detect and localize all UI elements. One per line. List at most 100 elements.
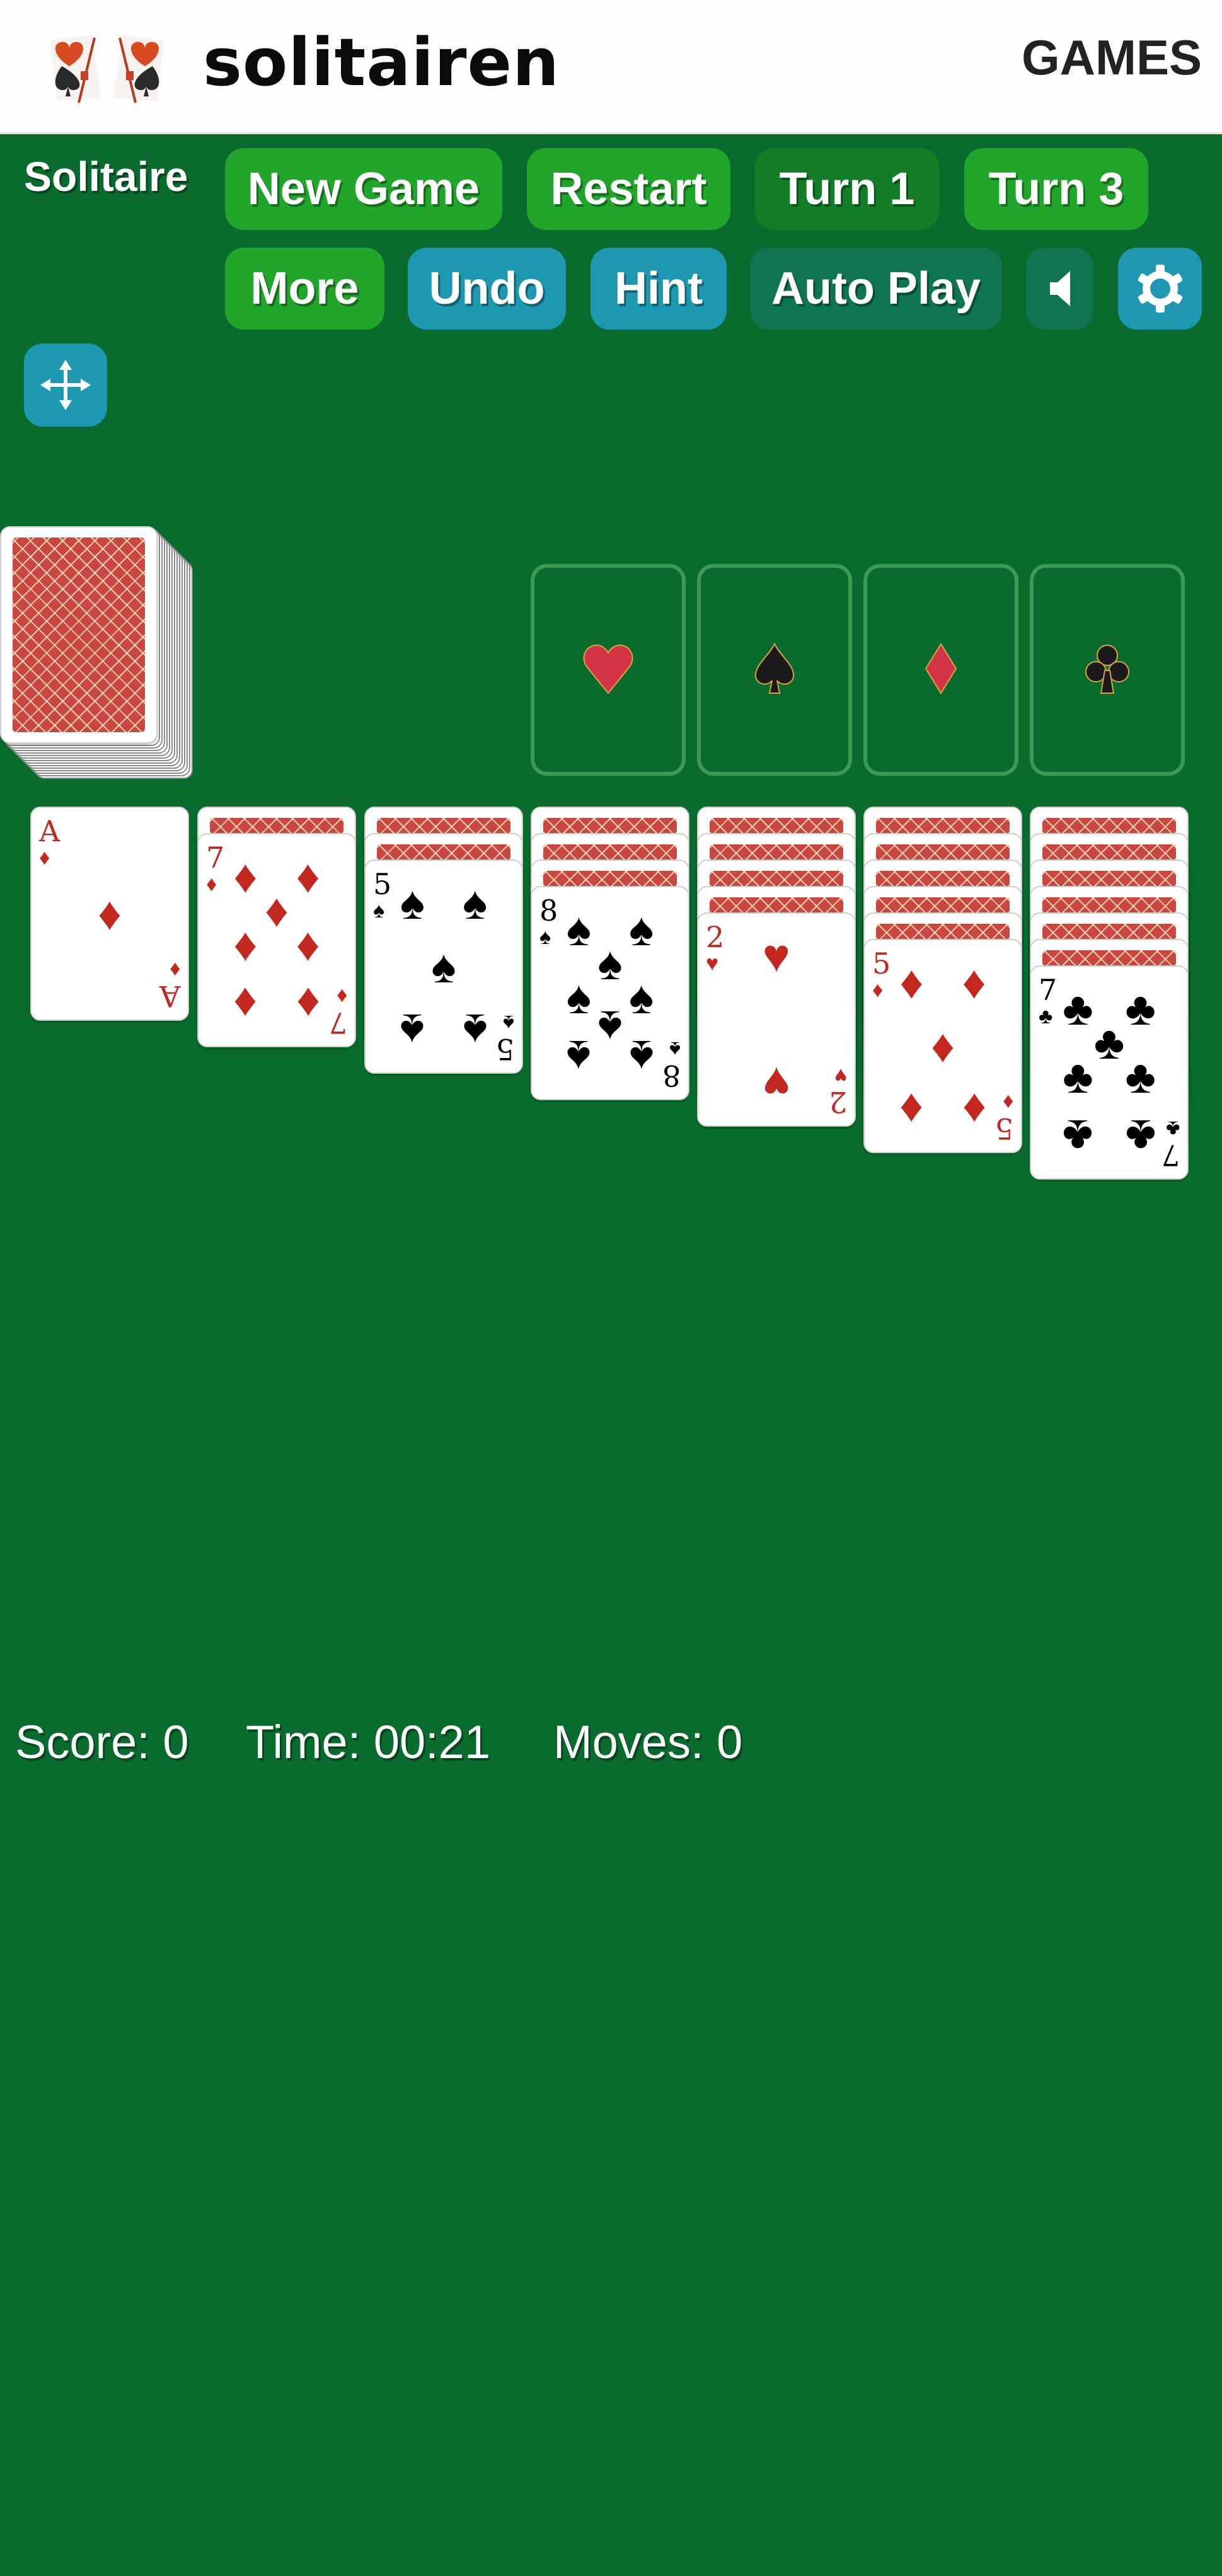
card-suit-icon: ♥ xyxy=(706,952,719,975)
card-rank: 7 xyxy=(206,841,225,875)
sound-toggle-button[interactable] xyxy=(1026,248,1093,330)
auto-play-button[interactable]: Auto Play xyxy=(750,248,1002,330)
card-rank: 7 xyxy=(1161,1138,1180,1172)
card-rank: 7 xyxy=(1039,973,1058,1007)
card-rank: 2 xyxy=(706,920,725,954)
card-rank: 2 xyxy=(828,1085,847,1119)
card-pip-icon: ♦ xyxy=(233,917,258,970)
card-pip-icon: ♠ xyxy=(566,903,592,956)
foundation-hearts[interactable] xyxy=(531,564,686,776)
turn-1-button[interactable]: Turn 1 xyxy=(755,148,939,230)
card-pip-icon: ♠ xyxy=(566,1030,592,1083)
card-pip-icon: ♠ xyxy=(462,1004,488,1057)
card-pip-icon: ♣ xyxy=(1063,1110,1093,1163)
card-pip-icon: ♣ xyxy=(1093,1016,1125,1069)
card-pip-icon: ♥ xyxy=(763,929,790,982)
card-rank: 5 xyxy=(373,867,392,901)
move-arrows-icon xyxy=(40,360,91,410)
card-pip-icon: ♦ xyxy=(962,1083,986,1136)
site-header: solitairen GAMES xyxy=(0,0,1222,134)
card-suit-icon: ♦ xyxy=(872,978,884,1002)
card-pip-icon: ♦ xyxy=(899,1083,924,1136)
card-pip-icon: ♦ xyxy=(98,887,122,940)
card-pip-icon: ♠ xyxy=(566,970,592,1023)
card-rank: A xyxy=(39,814,61,848)
tableau-card-5[interactable]: 2 ♥ 2 ♥ ♥ ♥ xyxy=(697,912,856,1127)
card-pip-icon: ♠ xyxy=(597,1001,623,1054)
card-pip-icon: ♠ xyxy=(400,877,425,929)
new-game-button[interactable]: New Game xyxy=(225,148,502,230)
card-suit-icon: ♠ xyxy=(373,899,385,923)
card-suit-icon: ♣ xyxy=(1165,1117,1180,1141)
card-pip-icon: ♦ xyxy=(296,977,320,1030)
card-pip-icon: ♠ xyxy=(628,903,654,956)
card-pip-icon: ♣ xyxy=(1063,982,1093,1035)
foundation-clubs[interactable] xyxy=(1030,564,1185,776)
card-pip-icon: ♦ xyxy=(962,956,986,1009)
card-pip-icon: ♦ xyxy=(296,917,320,970)
card-pip-icon: ♦ xyxy=(233,850,258,903)
card-pip-icon: ♣ xyxy=(1125,1110,1156,1163)
diamond-suit-icon xyxy=(916,642,966,698)
card-back-pattern xyxy=(13,538,145,732)
card-suit-icon: ♠ xyxy=(502,1011,514,1035)
card-pip-icon: ♣ xyxy=(1125,982,1156,1035)
card-suit-icon: ♥ xyxy=(834,1064,847,1088)
spade-suit-icon xyxy=(749,642,800,698)
site-logo-text[interactable]: solitairen xyxy=(203,24,560,101)
card-pip-icon: ♠ xyxy=(462,877,488,929)
card-pip-icon: ♦ xyxy=(233,977,258,1030)
foundation-spades[interactable] xyxy=(697,564,852,776)
card-suit-icon: ♣ xyxy=(1039,1004,1053,1028)
card-rank: 5 xyxy=(994,1112,1013,1146)
card-suit-icon: ♦ xyxy=(39,846,50,870)
tableau-card-7[interactable]: 7 ♣ 7 ♣ ♣ ♣ ♣ ♣ ♣ ♣ ♣ xyxy=(1030,965,1189,1180)
tableau-card-1[interactable]: A ♦ A ♦ ♦ xyxy=(30,807,189,1021)
game-title: Solitaire xyxy=(24,153,188,200)
card-pip-icon: ♦ xyxy=(931,1020,955,1072)
time-display: Time: 00:21 xyxy=(246,1716,490,1768)
card-pip-icon: ♣ xyxy=(1063,1050,1093,1103)
card-pip-icon: ♠ xyxy=(628,970,654,1023)
card-rank: 8 xyxy=(539,894,558,928)
gear-icon xyxy=(1135,263,1185,314)
stock-pile[interactable] xyxy=(0,526,193,781)
card-rank: 5 xyxy=(495,1032,514,1066)
restart-button[interactable]: Restart xyxy=(527,148,730,230)
heart-suit-icon xyxy=(583,643,633,698)
card-pip-icon: ♠ xyxy=(597,936,623,989)
card-pip-icon: ♦ xyxy=(265,883,289,936)
card-pip-icon: ♠ xyxy=(431,940,456,992)
foundation-diamonds[interactable] xyxy=(863,564,1018,776)
tableau-card-2[interactable]: 7 ♦ 7 ♦ ♦ ♦ ♦ ♦ ♦ ♦ ♦ xyxy=(197,833,356,1047)
moves-display: Moves: 0 xyxy=(553,1716,743,1768)
card-suit-icon: ♠ xyxy=(539,925,551,949)
card-suit-icon: ♦ xyxy=(1002,1090,1013,1114)
card-pip-icon: ♠ xyxy=(400,1004,425,1057)
card-rank: 5 xyxy=(872,946,891,980)
score-display: Score: 0 xyxy=(15,1716,189,1768)
card-pip-icon: ♦ xyxy=(899,956,924,1009)
card-rank: 7 xyxy=(328,1006,347,1040)
move-layout-button[interactable] xyxy=(24,343,107,427)
card-rank: 8 xyxy=(662,1059,681,1093)
speaker-icon xyxy=(1049,270,1071,308)
turn-3-button[interactable]: Turn 3 xyxy=(964,148,1148,230)
tableau-card-6[interactable]: 5 ♦ 5 ♦ ♦ ♦ ♦ ♦ ♦ xyxy=(863,939,1022,1153)
card-rank: A xyxy=(159,979,180,1013)
undo-button[interactable]: Undo xyxy=(408,248,566,330)
stock-top-card[interactable] xyxy=(0,526,158,744)
card-suit-icon: ♦ xyxy=(169,958,180,982)
tableau-card-3[interactable]: 5 ♠ 5 ♠ ♠ ♠ ♠ ♠ ♠ xyxy=(364,860,523,1074)
card-pip-icon: ♥ xyxy=(763,1057,790,1110)
card-suit-icon: ♦ xyxy=(206,872,217,896)
club-suit-icon xyxy=(1082,643,1133,698)
card-suit-icon: ♦ xyxy=(336,984,347,1008)
more-button[interactable]: More xyxy=(225,248,384,330)
games-menu-link[interactable]: GAMES xyxy=(1022,29,1202,86)
logo-cards-icon[interactable] xyxy=(44,35,170,104)
settings-button[interactable] xyxy=(1118,248,1202,330)
card-pip-icon: ♠ xyxy=(628,1030,654,1083)
hint-button[interactable]: Hint xyxy=(591,248,727,330)
tableau-card-4[interactable]: 8 ♠ 8 ♠ ♠ ♠ ♠ ♠ ♠ ♠ ♠ ♠ xyxy=(531,886,689,1100)
